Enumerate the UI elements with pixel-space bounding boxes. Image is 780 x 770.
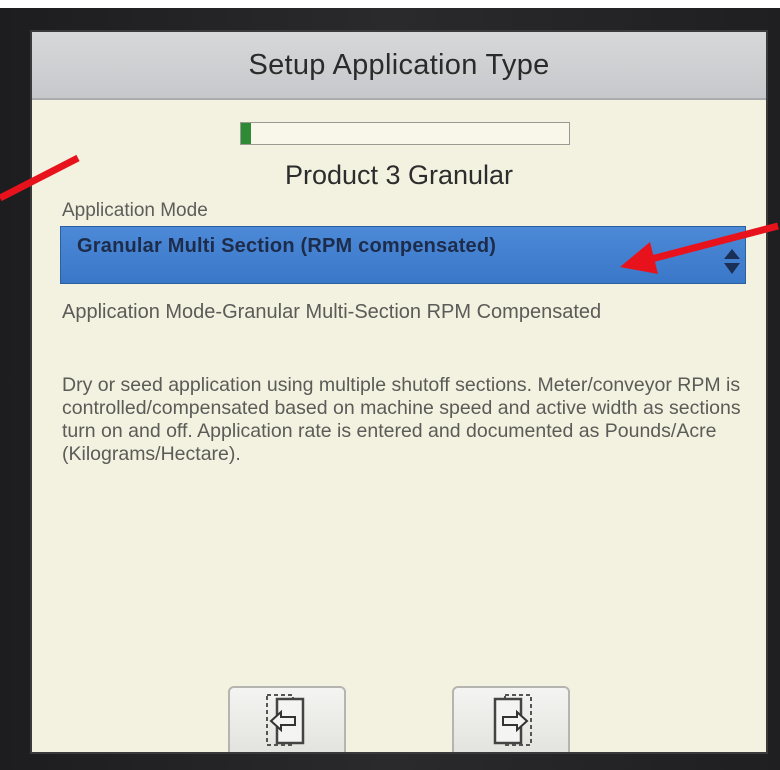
title-bar: Setup Application Type [32,32,766,100]
product-name: Product 3 Granular [284,160,514,190]
annotation-arrow-left [0,154,80,202]
previous-page-icon [266,694,305,746]
display-screen: Setup Application Type Product 3 Granula… [30,30,768,754]
progress-fill [241,123,251,144]
previous-button[interactable] [228,686,346,752]
mode-description-body: Dry or seed application using multiple s… [62,374,741,465]
next-page-icon [493,694,532,746]
page-title: Setup Application Type [248,48,550,81]
mode-description-title: Application Mode-Granular Multi-Section … [62,301,602,323]
annotation-arrow-right [620,222,779,274]
application-mode-value: Granular Multi Section (RPM compensated) [77,235,497,257]
setup-progress-bar [240,122,570,145]
photo: Setup Application Type Product 3 Granula… [0,0,780,770]
next-button[interactable] [452,686,570,752]
